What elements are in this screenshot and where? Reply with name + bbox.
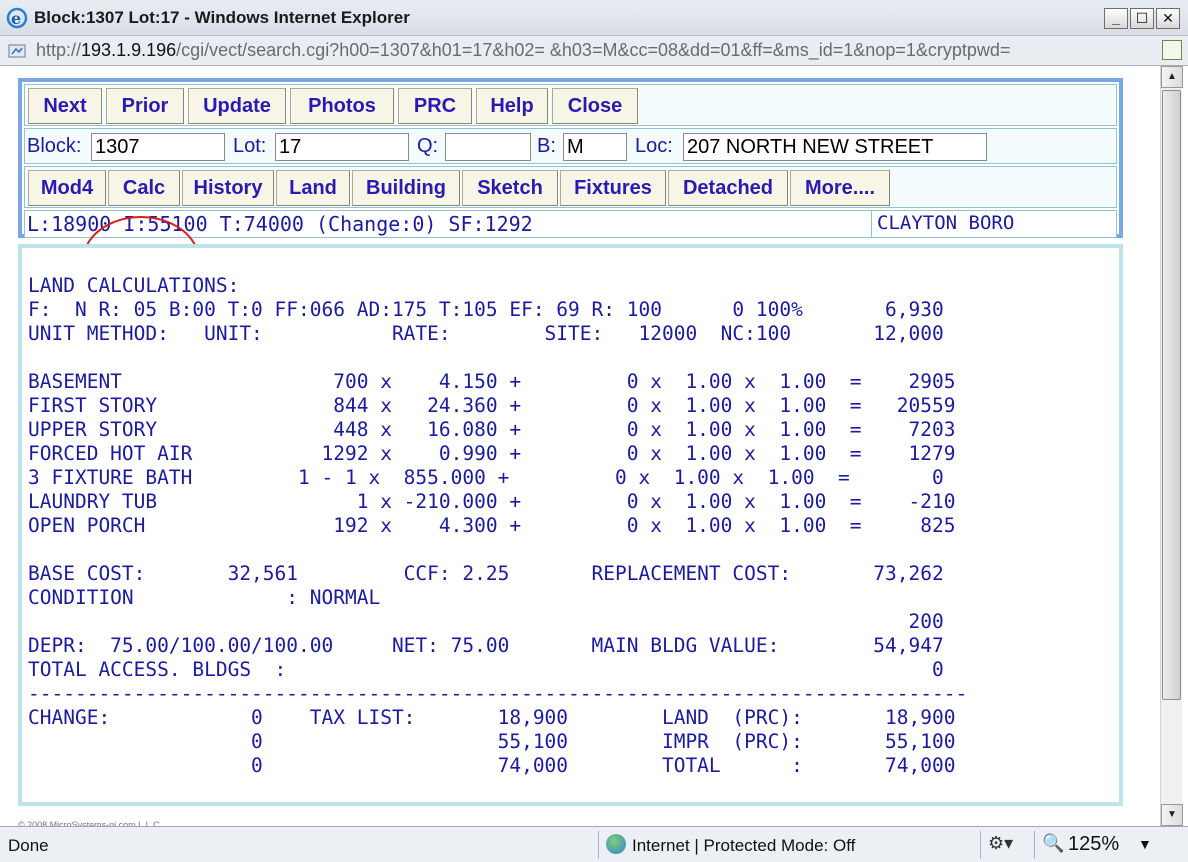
page-icon [8, 44, 26, 58]
fixtures-button[interactable]: Fixtures [560, 170, 666, 206]
prior-button[interactable]: Prior [106, 88, 184, 124]
zoom-level[interactable]: 125% [1068, 833, 1119, 856]
b-input[interactable]: M [563, 133, 627, 161]
report-line: F: N R: 05 B:00 T:0 FF:066 AD:175 T:105 … [28, 298, 944, 321]
status-bar: Done Internet | Protected Mode: Off ⚙▾ 🔍… [0, 826, 1188, 862]
status-text: Done [8, 836, 49, 855]
lot-input[interactable]: 17 [275, 133, 409, 161]
building-button[interactable]: Building [352, 170, 460, 206]
report-line: TOTAL ACCESS. BLDGS : 0 [28, 658, 944, 681]
photos-button[interactable]: Photos [290, 88, 394, 124]
sketch-button[interactable]: Sketch [462, 170, 558, 206]
prc-button[interactable]: PRC [398, 88, 472, 124]
scroll-down-arrow-icon[interactable]: ▼ [1161, 804, 1183, 826]
help-button[interactable]: Help [476, 88, 548, 124]
next-button[interactable]: Next [28, 88, 102, 124]
loc-input[interactable]: 207 NORTH NEW STREET [683, 133, 987, 161]
township-name: CLAYTON BORO [877, 212, 1015, 234]
url-text[interactable]: http://193.1.9.196/cgi/vect/search.cgi?h… [36, 40, 1148, 61]
history-button[interactable]: History [182, 170, 274, 206]
svg-text:e: e [11, 9, 21, 28]
land-button[interactable]: Land [276, 170, 350, 206]
b-label: B: [537, 135, 556, 157]
report-line: BASEMENT 700 x 4.150 + 0 x 1.00 x 1.00 =… [28, 370, 956, 393]
mod4-button[interactable]: Mod4 [28, 170, 106, 206]
report-line: UNIT METHOD: UNIT: RATE: SITE: 12000 NC:… [28, 322, 944, 345]
ie-logo-icon: e [6, 7, 28, 29]
report-line: CHANGE: 0 TAX LIST: 18,900 LAND (PRC): 1… [28, 706, 956, 729]
compatibility-icon[interactable] [1162, 40, 1182, 60]
report-line: 200 [28, 610, 944, 633]
vertical-scrollbar[interactable]: ▲ ▼ [1160, 66, 1183, 826]
maximize-button[interactable]: ☐ [1130, 8, 1154, 29]
search-row: Block: 1307 Lot: 17 Q: B: M Loc: 207 NOR… [24, 128, 1117, 164]
control-panel: Next Prior Update Photos PRC Help Close … [18, 78, 1123, 238]
lot-label: Lot: [233, 135, 267, 157]
loc-label: Loc: [635, 135, 673, 157]
report-line [28, 538, 967, 562]
page-content: Next Prior Update Photos PRC Help Close … [0, 66, 1160, 830]
block-label: Block: [27, 135, 82, 157]
close-button[interactable]: Close [552, 88, 638, 124]
report-line: CONDITION : NORMAL [28, 586, 381, 609]
security-zone[interactable]: Internet | Protected Mode: Off [632, 836, 855, 856]
zoom-icon[interactable]: 🔍 [1042, 833, 1064, 854]
q-input[interactable] [445, 133, 531, 161]
globe-icon [606, 834, 626, 854]
close-window-button[interactable]: ✕ [1156, 8, 1180, 29]
report-line [28, 346, 967, 370]
q-label: Q: [417, 135, 439, 157]
report-line: 0 74,000 TOTAL : 74,000 [28, 754, 956, 777]
scroll-up-arrow-icon[interactable]: ▲ [1161, 66, 1183, 88]
report-line: OPEN PORCH 192 x 4.300 + 0 x 1.00 x 1.00… [28, 514, 956, 537]
report-line: LAUNDRY TUB 1 x -210.000 + 0 x 1.00 x 1.… [28, 490, 956, 513]
more-button[interactable]: More.... [790, 170, 890, 206]
report-line: ----------------------------------------… [28, 682, 968, 705]
report-line: BASE COST: 32,561 CCF: 2.25 REPLACEMENT … [28, 562, 944, 585]
report-line: UPPER STORY 448 x 16.080 + 0 x 1.00 x 1.… [28, 418, 956, 441]
window-title: Block:1307 Lot:17 - Windows Internet Exp… [34, 8, 410, 27]
status-separator [1034, 831, 1035, 859]
scroll-thumb[interactable] [1162, 90, 1181, 700]
status-separator [980, 831, 981, 859]
address-bar[interactable]: http://193.1.9.196/cgi/vect/search.cgi?h… [0, 36, 1188, 66]
settings-dropdown-icon[interactable]: ⚙▾ [988, 833, 1013, 854]
report-line: 0 55,100 IMPR (PRC): 55,100 [28, 730, 956, 753]
detached-button[interactable]: Detached [668, 170, 788, 206]
zoom-dropdown-icon[interactable]: ▼ [1138, 836, 1152, 852]
report-line: FORCED HOT AIR 1292 x 0.990 + 0 x 1.00 x… [28, 442, 956, 465]
report-line: FIRST STORY 844 x 24.360 + 0 x 1.00 x 1.… [28, 394, 956, 417]
nav-button-row: Next Prior Update Photos PRC Help Close [24, 84, 1117, 126]
report-line: 3 FIXTURE BATH 1 - 1 x 855.000 + 0 x 1.0… [28, 466, 944, 489]
minimize-button[interactable]: _ [1104, 8, 1128, 29]
report-line: DEPR: 75.00/100.00/100.00 NET: 75.00 MAI… [28, 634, 944, 657]
calculation-report: LAND CALCULATIONS: F: N R: 05 B:00 T:0 FF… [18, 244, 1123, 806]
view-button-row: Mod4 Calc History Land Building Sketch F… [24, 166, 1117, 208]
summary-divider [871, 211, 872, 237]
status-separator [598, 831, 599, 859]
title-bar: e Block:1307 Lot:17 - Windows Internet E… [0, 0, 1188, 36]
block-input[interactable]: 1307 [91, 133, 225, 161]
report-text: LAND CALCULATIONS: F: N R: 05 B:00 T:0 FF… [28, 274, 967, 778]
calc-button[interactable]: Calc [108, 170, 180, 206]
report-line: LAND CALCULATIONS: [28, 274, 240, 297]
update-button[interactable]: Update [188, 88, 286, 124]
